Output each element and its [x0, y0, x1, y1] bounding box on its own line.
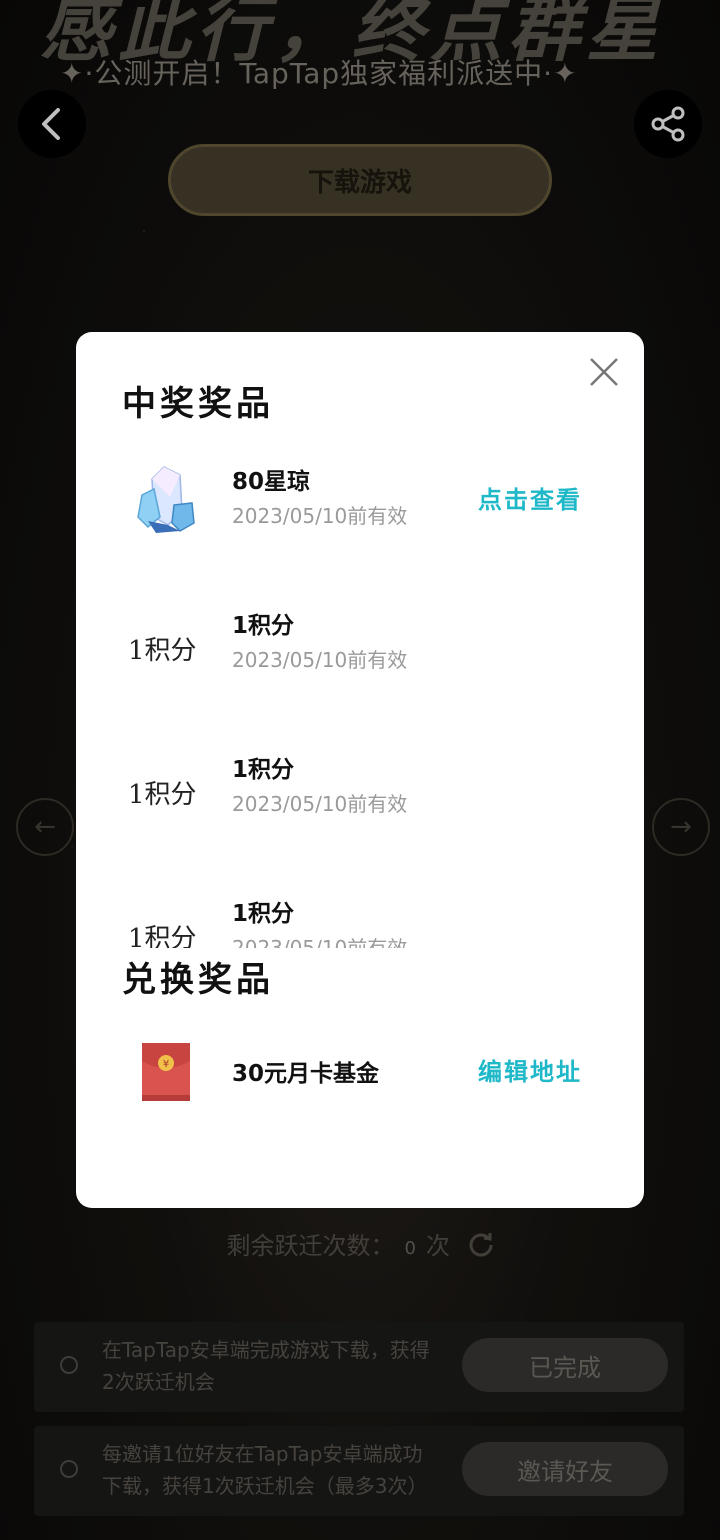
view-prize-link[interactable]: 点击查看 [478, 480, 582, 515]
list-item: ¥ 30元月卡基金 编辑地址 [76, 1016, 644, 1126]
prize-name: 1积分 [232, 613, 295, 639]
edit-address-link[interactable]: 编辑地址 [478, 1052, 582, 1087]
points-thumb: 1积分 [128, 636, 197, 666]
svg-text:¥: ¥ [163, 1059, 169, 1070]
list-item: 1积分 1积分 2023/05/10前有效 [76, 732, 644, 842]
crystal-icon [126, 460, 206, 540]
prize-expiry: 2023/05/10前有效 [232, 936, 408, 948]
won-prizes-title: 中奖奖品 [122, 384, 274, 424]
prize-name: 1积分 [232, 757, 295, 783]
red-envelope-icon: ¥ [126, 1032, 206, 1112]
list-item: 1积分 1积分 2023/05/10前有效 [76, 876, 644, 948]
exchange-prizes-title: 兑换奖品 [122, 960, 274, 1000]
prize-expiry: 2023/05/10前有效 [232, 504, 408, 528]
prize-name: 1积分 [232, 901, 295, 927]
points-thumb: 1积分 [128, 924, 197, 948]
close-icon[interactable] [588, 356, 620, 388]
won-prize-list[interactable]: 80星琼 2023/05/10前有效 点击查看 1积分 1积分 2023/05/… [76, 444, 644, 948]
prize-name: 80星琼 [232, 469, 311, 495]
prize-name: 30元月卡基金 [232, 1061, 380, 1087]
prize-expiry: 2023/05/10前有效 [232, 648, 408, 672]
prize-modal: 中奖奖品 80星琼 2023/05/10前有效 点击查看 1积分 1积分 202… [76, 332, 644, 1208]
points-thumb: 1积分 [128, 780, 197, 810]
list-item: 1积分 1积分 2023/05/10前有效 [76, 588, 644, 698]
list-item: 80星琼 2023/05/10前有效 点击查看 [76, 444, 644, 554]
prize-expiry: 2023/05/10前有效 [232, 792, 408, 816]
